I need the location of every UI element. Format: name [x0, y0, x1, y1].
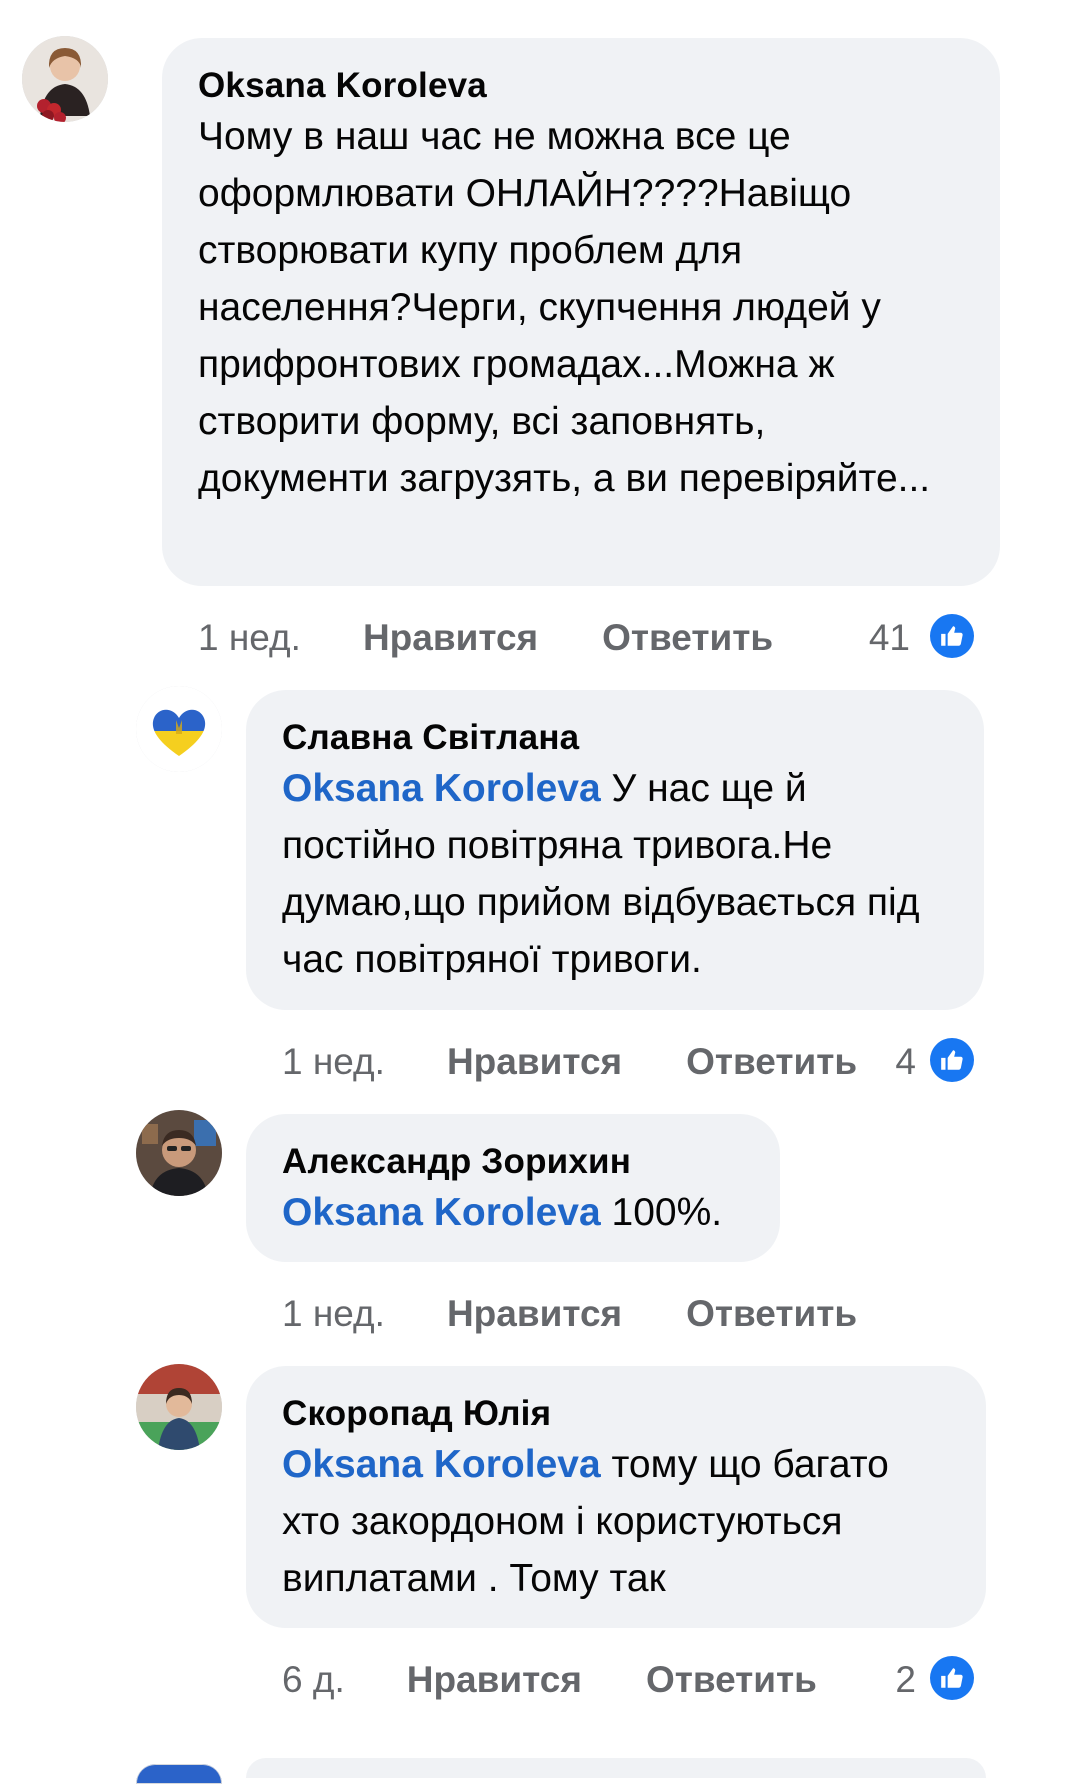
- comment-timestamp[interactable]: 1 нед.: [198, 616, 301, 660]
- comment-text: Oksana Koroleva 100%.: [282, 1184, 744, 1241]
- comment-actions: 1 нед. Нравится Ответить: [282, 1040, 857, 1084]
- woman-with-roses-avatar[interactable]: [22, 36, 108, 122]
- reply-button[interactable]: Ответить: [686, 1292, 857, 1336]
- mention-link[interactable]: Oksana Koroleva: [282, 1191, 601, 1234]
- like-button[interactable]: Нравится: [363, 616, 538, 660]
- man-avatar[interactable]: [136, 1110, 222, 1196]
- like-button[interactable]: Нравится: [447, 1040, 622, 1084]
- comment-bubble[interactable]: Славна Світлана Oksana Koroleva У нас ще…: [246, 690, 984, 1010]
- like-icon[interactable]: [930, 614, 974, 658]
- like-icon[interactable]: [930, 1038, 974, 1082]
- like-icon[interactable]: [930, 1656, 974, 1700]
- reply-button[interactable]: Ответить: [686, 1040, 857, 1084]
- next-comment-bubble[interactable]: [246, 1758, 986, 1778]
- comment-author[interactable]: Скоропад Юлія: [282, 1392, 950, 1436]
- ukrainian-heart-avatar[interactable]: [136, 686, 222, 772]
- comment-timestamp[interactable]: 6 д.: [282, 1658, 345, 1702]
- comment-author[interactable]: Славна Світлана: [282, 716, 948, 760]
- comment-bubble[interactable]: Александр Зорихин Oksana Koroleva 100%.: [246, 1114, 780, 1262]
- comment-text: Чому в наш час не можна все це оформлюва…: [198, 115, 931, 500]
- comment-timestamp[interactable]: 1 нед.: [282, 1292, 385, 1336]
- comment-bubble[interactable]: Скоропад Юлія Oksana Koroleva тому що ба…: [246, 1366, 986, 1628]
- comment-author[interactable]: Oksana Koroleva: [198, 64, 964, 108]
- reaction-count[interactable]: 4: [860, 1040, 916, 1084]
- reaction-count[interactable]: 2: [860, 1658, 916, 1702]
- comment-actions: 1 нед. Нравится Ответить: [198, 616, 773, 660]
- mention-link[interactable]: Oksana Koroleva: [282, 1443, 601, 1486]
- like-button[interactable]: Нравится: [407, 1658, 582, 1702]
- comment-bubble[interactable]: Oksana Koroleva Чому в наш час не можна …: [162, 38, 1000, 586]
- comment-text: Oksana Koroleva тому що багато хто закор…: [282, 1436, 950, 1607]
- next-comment-avatar[interactable]: [136, 1764, 222, 1784]
- like-button[interactable]: Нравится: [447, 1292, 622, 1336]
- mention-link[interactable]: Oksana Koroleva: [282, 767, 601, 810]
- comment-timestamp[interactable]: 1 нед.: [282, 1040, 385, 1084]
- reply-button[interactable]: Ответить: [646, 1658, 817, 1702]
- reply-button[interactable]: Ответить: [602, 616, 773, 660]
- woman-at-table-avatar[interactable]: [136, 1364, 222, 1450]
- comment-text: Oksana Koroleva У нас ще й постійно пові…: [282, 760, 948, 988]
- comment-author[interactable]: Александр Зорихин: [282, 1140, 744, 1184]
- comment-actions: 6 д. Нравится Ответить: [282, 1658, 817, 1702]
- comment-body: 100%.: [611, 1191, 723, 1234]
- reaction-count[interactable]: 41: [850, 616, 910, 660]
- comment-actions: 1 нед. Нравится Ответить: [282, 1292, 857, 1336]
